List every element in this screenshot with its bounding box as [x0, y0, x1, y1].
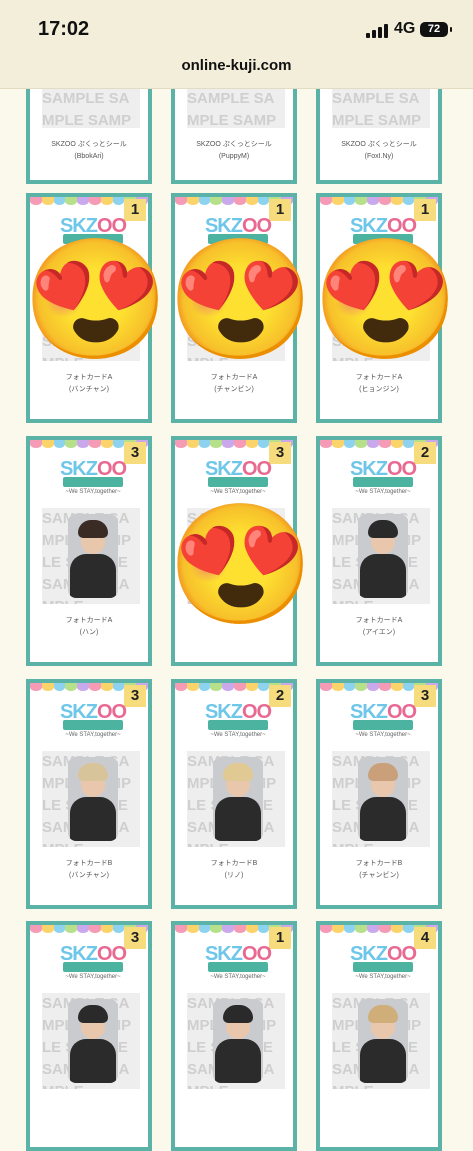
prize-card[interactable]: 1SKZOO~We STAY,together~SAMPLE SAMPLE SA…: [171, 921, 297, 1151]
prize-name: フォトカードA: [355, 374, 403, 381]
prize-member: (ハン): [79, 629, 99, 636]
prize-card[interactable]: 3SKZOO~We STAY,together~SAMPLE SAMPLE SA…: [316, 679, 442, 909]
address-bar[interactable]: online-kuji.com: [0, 57, 473, 74]
skzoo-logo: SKZOO ~We STAY,together~: [349, 458, 417, 495]
prize-member: (PuppyM): [218, 153, 250, 160]
sticker-image: SAMPLE SAMPLE SAMPLE SAMPLE SAMPLE SAMPL…: [332, 88, 430, 128]
prize-name: フォトカードA: [355, 617, 403, 624]
battery-icon: 72: [420, 22, 452, 37]
prize-card[interactable]: 4SKZOO~We STAY,together~SAMPLE SAMPLE SA…: [316, 921, 442, 1151]
prize-name: フォトカードA: [65, 374, 113, 381]
member-photo: [68, 999, 118, 1083]
prize-card[interactable]: 2SKZOO~We STAY,together~SAMPLE SAMPLE SA…: [171, 679, 297, 909]
member-photo: [68, 514, 118, 598]
skzoo-logo: SKZOO ~We STAY,together~: [59, 458, 127, 495]
prize-member: (バンチャン): [69, 386, 109, 393]
clock: 17:02: [38, 18, 90, 40]
member-photo: [213, 757, 263, 841]
prize-card-sticker-2[interactable]: SAMPLE SAMPLE SAMPLE SAMPLE SAMPLE SAMPL…: [171, 76, 297, 184]
heart-eyes-emoji: 😍: [167, 499, 314, 631]
sticker-image: SAMPLE SAMPLE SAMPLE SAMPLE SAMPLE SAMPL…: [187, 88, 285, 128]
skzoo-logo: SKZOO ~We STAY,together~: [204, 701, 272, 738]
prize-member: (チャンビン): [214, 386, 254, 393]
prize-member: (リノ): [224, 872, 244, 879]
heart-eyes-emoji: 😍: [312, 234, 459, 366]
member-photo: [213, 999, 263, 1083]
photocard-image: SAMPLE SAMPLE SAMPLE SAMPLE SAMPLE SAMPL…: [332, 508, 430, 604]
prize-card[interactable]: 3SKZOO~We STAY,together~SAMPLE SAMPLE SA…: [26, 921, 152, 1151]
member-photo: [358, 757, 408, 841]
network-type: 4G: [394, 20, 416, 37]
member-photo: [358, 999, 408, 1083]
prize-member: (バンチャン): [69, 872, 109, 879]
skzoo-logo: SKZOO ~We STAY,together~: [59, 943, 127, 980]
member-photo: [68, 757, 118, 841]
prize-member: (ヒョンジン): [359, 386, 399, 393]
heart-eyes-emoji: 😍: [22, 234, 169, 366]
prize-name: フォトカードB: [210, 860, 258, 867]
prize-member: (BbokAri): [74, 153, 104, 160]
skzoo-logo: SKZOO ~We STAY,together~: [204, 943, 272, 980]
prize-member: (チャンビン): [359, 872, 399, 879]
signal-icon: [366, 24, 388, 38]
photocard-image: SAMPLE SAMPLE SAMPLE SAMPLE SAMPLE SAMPL…: [42, 508, 140, 604]
kuji-prize-grid: SAMPLE SAMPLE SAMPLE SAMPLE SAMPLE SAMPL…: [0, 0, 473, 1151]
photocard-image: SAMPLE SAMPLE SAMPLE SAMPLE SAMPLE SAMPL…: [187, 993, 285, 1089]
prize-name: フォトカードB: [65, 860, 113, 867]
prize-member: (アイエン): [362, 629, 396, 636]
prize-name: SKZOO ぷくっとシール: [341, 141, 417, 148]
skzoo-logo: SKZOO ~We STAY,together~: [59, 701, 127, 738]
prize-card-sticker-1[interactable]: SAMPLE SAMPLE SAMPLE SAMPLE SAMPLE SAMPL…: [26, 76, 152, 184]
sticker-image: SAMPLE SAMPLE SAMPLE SAMPLE SAMPLE SAMPL…: [42, 88, 140, 128]
photocard-image: SAMPLE SAMPLE SAMPLE SAMPLE SAMPLE SAMPL…: [332, 993, 430, 1089]
photocard-image: SAMPLE SAMPLE SAMPLE SAMPLE SAMPLE SAMPL…: [332, 751, 430, 847]
prize-card-sticker-3[interactable]: SAMPLE SAMPLE SAMPLE SAMPLE SAMPLE SAMPL…: [316, 76, 442, 184]
prize-name: フォトカードA: [210, 374, 258, 381]
prize-member: (FoxI.Ny): [364, 153, 394, 160]
prize-card[interactable]: 2SKZOO~We STAY,together~SAMPLE SAMPLE SA…: [316, 436, 442, 666]
skzoo-logo: SKZOO ~We STAY,together~: [349, 943, 417, 980]
prize-card[interactable]: 3SKZOO~We STAY,together~SAMPLE SAMPLE SA…: [26, 679, 152, 909]
photocard-image: SAMPLE SAMPLE SAMPLE SAMPLE SAMPLE SAMPL…: [42, 993, 140, 1089]
photocard-image: SAMPLE SAMPLE SAMPLE SAMPLE SAMPLE SAMPL…: [187, 751, 285, 847]
skzoo-logo: SKZOO ~We STAY,together~: [349, 701, 417, 738]
prize-name: フォトカードB: [355, 860, 403, 867]
heart-eyes-emoji: 😍: [167, 234, 314, 366]
prize-name: SKZOO ぷくっとシール: [51, 141, 127, 148]
member-photo: [358, 514, 408, 598]
skzoo-logo: SKZOO ~We STAY,together~: [204, 458, 272, 495]
prize-card[interactable]: 3SKZOO~We STAY,together~SAMPLE SAMPLE SA…: [26, 436, 152, 666]
prize-name: フォトカードA: [65, 617, 113, 624]
prize-name: SKZOO ぷくっとシール: [196, 141, 272, 148]
status-bar: 17:02 4G 72 online-kuji.com: [0, 0, 473, 89]
photocard-image: SAMPLE SAMPLE SAMPLE SAMPLE SAMPLE SAMPL…: [42, 751, 140, 847]
